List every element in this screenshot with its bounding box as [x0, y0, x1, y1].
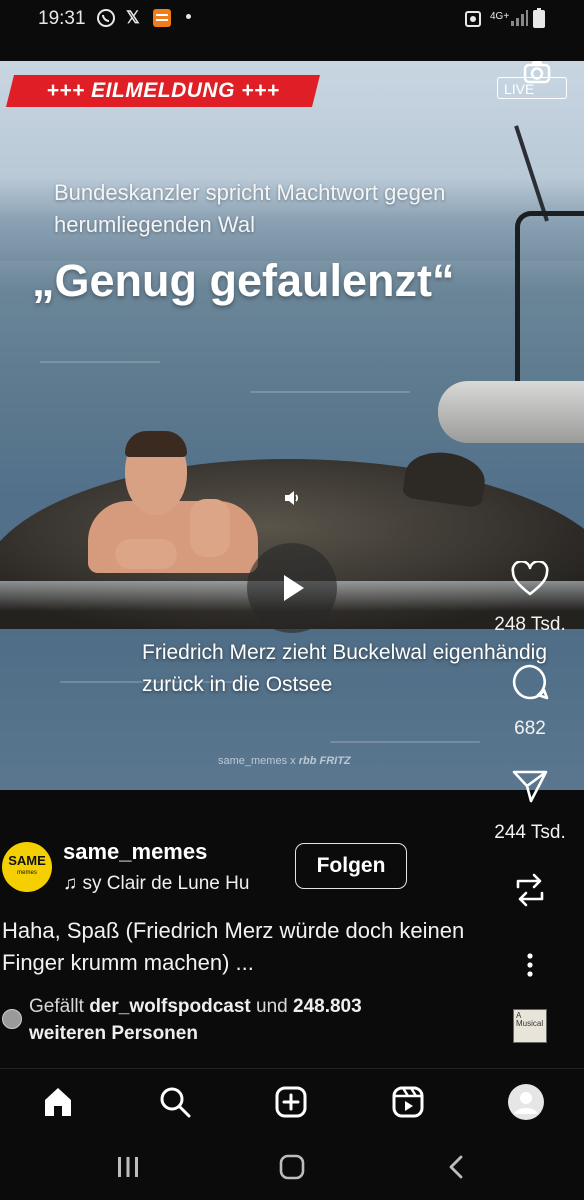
network-label: 4G+	[490, 10, 510, 22]
video-caption: Friedrich Merz zieht Buckelwal eigenhänd…	[142, 641, 548, 696]
audio-album-art[interactable]: A Musical	[513, 1009, 547, 1043]
breaking-news-banner: +++ EILMELDUNG +++	[6, 75, 320, 107]
reels-icon[interactable]	[388, 1082, 428, 1122]
comment-button[interactable]	[510, 662, 550, 702]
back-icon[interactable]	[441, 1152, 471, 1182]
nav-divider	[0, 1068, 584, 1069]
boat	[438, 381, 584, 443]
like-button[interactable]	[510, 559, 550, 599]
sound-icon[interactable]	[283, 489, 301, 512]
x-icon: 𝕏	[126, 8, 140, 27]
notification-dot	[186, 14, 191, 19]
water-ripple	[40, 361, 160, 363]
create-icon[interactable]	[271, 1082, 311, 1122]
comment-icon	[512, 664, 549, 700]
signal-icon	[510, 8, 528, 28]
battery-saver-icon	[465, 8, 481, 28]
man-hand	[115, 539, 177, 569]
water-ripple	[330, 741, 480, 743]
top-spacer	[0, 36, 584, 61]
author-avatar[interactable]: SAME memes	[2, 842, 52, 892]
man-hair	[125, 431, 187, 457]
like-count: 248 Tsd.	[494, 614, 566, 635]
post-description[interactable]: Haha, Spaß (Friedrich Merz würde doch ke…	[2, 915, 472, 979]
reel-video[interactable]: +++ EILMELDUNG +++ LIVE Bundeskanzler sp…	[0, 61, 584, 790]
likes-suffix: weiteren Personen	[29, 1023, 198, 1044]
more-icon	[527, 953, 533, 977]
headline: „Genug gefaulenzt“	[32, 255, 455, 306]
camera-icon[interactable]	[522, 61, 552, 92]
author-username[interactable]: same_memes	[63, 839, 207, 865]
profile-icon[interactable]	[506, 1082, 546, 1122]
watermark-text: same_memes x	[218, 755, 296, 767]
remix-button[interactable]	[510, 870, 550, 910]
audio-track-label: sy Clair de Lune Hu	[82, 873, 250, 894]
status-time: 19:31	[38, 8, 86, 29]
water-ripple	[250, 391, 410, 393]
share-count: 244 Tsd.	[494, 822, 566, 843]
repost-icon	[516, 873, 544, 907]
likes-summary[interactable]: Gefällt der_wolfspodcast und 248.803 wei…	[29, 993, 469, 1047]
play-button[interactable]	[247, 543, 337, 633]
home-button-icon[interactable]	[277, 1152, 307, 1182]
likes-middle: und	[250, 996, 294, 1017]
comment-count: 682	[514, 718, 546, 739]
search-icon[interactable]	[155, 1082, 195, 1122]
avatar-text: SAME	[8, 853, 46, 868]
liker-avatar	[2, 1009, 22, 1029]
follow-button[interactable]: Folgen	[295, 843, 407, 889]
whatsapp-icon	[96, 8, 116, 28]
share-button[interactable]	[510, 766, 550, 806]
bottom-navigation	[0, 1070, 584, 1134]
man-hand	[190, 499, 230, 557]
watermark-brand: rbb FRITZ	[298, 755, 351, 767]
play-icon	[284, 575, 304, 601]
audio-track[interactable]: ♫ sy Clair de Lune Hu	[63, 873, 249, 895]
likes-count: 248.803	[293, 996, 362, 1017]
send-icon	[512, 770, 548, 803]
breaking-news-text: +++ EILMELDUNG +++	[46, 79, 280, 102]
app-badge-icon	[152, 8, 172, 28]
subheadline: Bundeskanzler spricht Machtwort gegen he…	[54, 180, 446, 237]
liker-username[interactable]: der_wolfspodcast	[89, 996, 251, 1017]
heart-icon	[511, 561, 549, 596]
more-options-button[interactable]	[515, 950, 545, 980]
likes-prefix: Gefällt	[29, 996, 90, 1017]
home-icon[interactable]	[38, 1082, 78, 1122]
video-watermark: same_memes x rbb FRITZ	[218, 755, 351, 767]
recents-icon[interactable]	[113, 1152, 143, 1182]
battery-icon	[533, 8, 545, 28]
system-navigation	[0, 1134, 584, 1200]
avatar-subtext: memes	[17, 870, 37, 876]
music-note-icon: ♫	[63, 873, 78, 894]
status-bar: 19:31 𝕏 4G+	[0, 0, 584, 36]
